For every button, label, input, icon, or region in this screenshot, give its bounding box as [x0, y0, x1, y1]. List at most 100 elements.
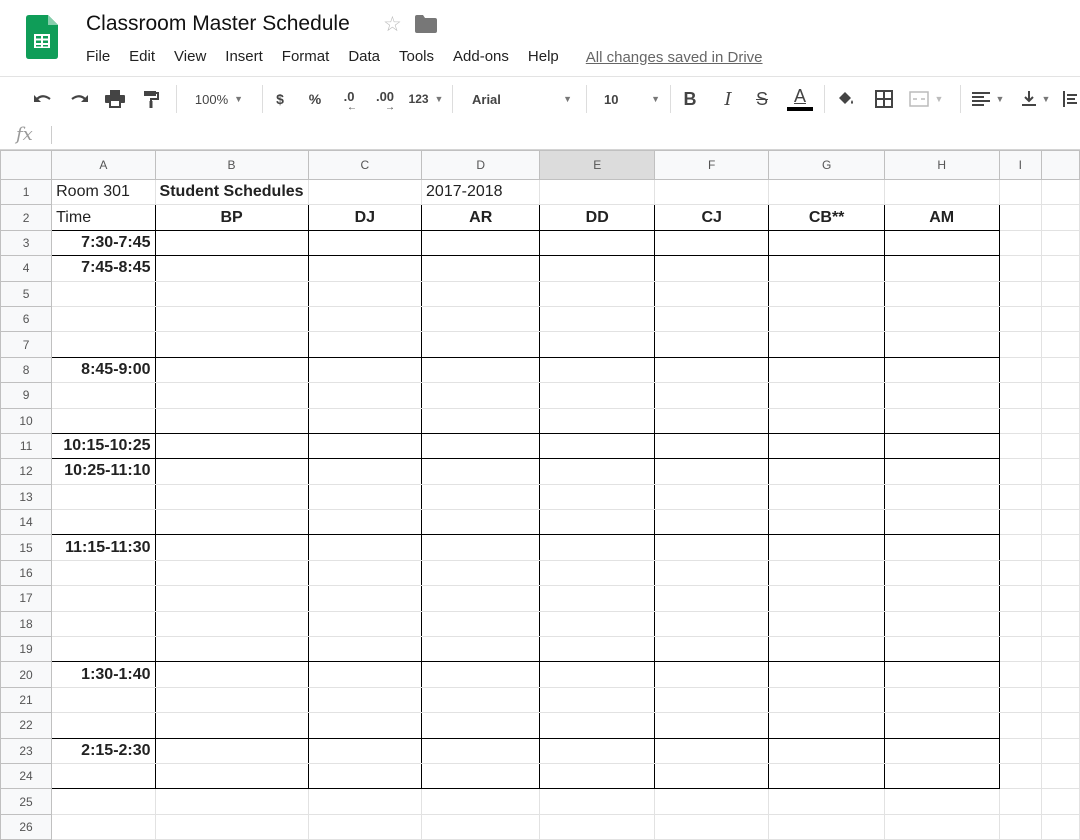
cell-f26[interactable] [653, 813, 770, 840]
menu-data[interactable]: Data [348, 47, 380, 67]
undo-icon[interactable] [30, 77, 56, 121]
cell-c7[interactable] [307, 331, 423, 358]
menu-help[interactable]: Help [528, 47, 559, 67]
cell-d16[interactable] [421, 559, 541, 587]
paint-format-icon[interactable] [138, 77, 164, 121]
redo-icon[interactable] [66, 77, 92, 121]
cell-i7[interactable] [998, 331, 1043, 358]
cell-b5[interactable] [154, 280, 309, 307]
cell-e9[interactable] [539, 382, 655, 409]
cell-f20[interactable] [653, 661, 770, 688]
cell-e17[interactable] [539, 585, 655, 612]
document-title[interactable]: Classroom Master Schedule [86, 12, 350, 36]
cell-d15[interactable] [421, 534, 541, 561]
fill-color-icon[interactable] [834, 77, 858, 121]
cell-d21[interactable] [421, 686, 541, 714]
cell-a10[interactable] [51, 407, 156, 434]
cell-e1[interactable] [539, 178, 655, 206]
cell-d17[interactable] [421, 585, 541, 612]
borders-icon[interactable] [872, 77, 896, 121]
cell-a14[interactable] [51, 509, 156, 536]
cell-d13[interactable] [421, 483, 541, 511]
cell-g7[interactable] [768, 331, 885, 358]
cell-j23[interactable] [1041, 737, 1080, 764]
cell-f6[interactable] [653, 305, 770, 333]
align-left-icon[interactable]: ▼ [968, 77, 1008, 121]
cell-b14[interactable] [154, 509, 309, 536]
cell-a12[interactable]: 10:25-11:10 [51, 458, 156, 485]
column-header-h[interactable]: H [883, 150, 1000, 180]
cell-h9[interactable] [883, 382, 1000, 409]
cell-e10[interactable] [539, 407, 655, 434]
row-header[interactable]: 24 [0, 762, 53, 790]
column-header-b[interactable]: B [154, 150, 309, 180]
cell-c15[interactable] [307, 534, 423, 561]
cell-h5[interactable] [883, 280, 1000, 307]
cell-d8[interactable] [421, 356, 541, 384]
cell-c19[interactable] [307, 636, 423, 663]
cell-a7[interactable] [51, 331, 156, 358]
cell-g16[interactable] [768, 559, 885, 587]
cell-g6[interactable] [768, 305, 885, 333]
cell-j26[interactable] [1041, 813, 1080, 840]
cell-i25[interactable] [998, 788, 1043, 815]
cell-b16[interactable] [154, 559, 309, 587]
cell-i1[interactable] [998, 178, 1043, 206]
cell-c16[interactable] [307, 559, 423, 587]
cell-f22[interactable] [653, 712, 770, 739]
cell-g22[interactable] [768, 712, 885, 739]
cell-h7[interactable] [883, 331, 1000, 358]
cell-h19[interactable] [883, 636, 1000, 663]
cell-h1[interactable] [883, 178, 1000, 206]
cell-d12[interactable] [421, 458, 541, 485]
cell-e19[interactable] [539, 636, 655, 663]
formula-input[interactable] [60, 125, 1060, 145]
cell-i12[interactable] [998, 458, 1043, 485]
row-header[interactable]: 6 [0, 305, 53, 333]
cell-a11[interactable]: 10:15-10:25 [51, 432, 156, 460]
cell-f4[interactable] [653, 255, 770, 282]
row-header[interactable]: 18 [0, 610, 53, 638]
cell-c25[interactable] [307, 788, 423, 815]
row-header[interactable]: 13 [0, 483, 53, 511]
cell-j19[interactable] [1041, 636, 1080, 663]
cell-h17[interactable] [883, 585, 1000, 612]
valign-bottom-icon[interactable]: ▼ [1016, 77, 1056, 121]
cell-c9[interactable] [307, 382, 423, 409]
font-size-dropdown[interactable]: 10 ▼ [594, 77, 664, 121]
cell-e5[interactable] [539, 280, 655, 307]
cell-b3[interactable] [154, 229, 309, 257]
row-header[interactable]: 16 [0, 559, 53, 587]
cell-f16[interactable] [653, 559, 770, 587]
cell-i10[interactable] [998, 407, 1043, 434]
cell-j21[interactable] [1041, 686, 1080, 714]
row-header[interactable]: 5 [0, 280, 53, 307]
row-header[interactable]: 11 [0, 432, 53, 460]
cell-e7[interactable] [539, 331, 655, 358]
cell-c17[interactable] [307, 585, 423, 612]
number-format-dropdown[interactable]: 123 ▼ [406, 77, 446, 121]
cell-g2[interactable]: CB** [768, 204, 885, 231]
cell-f15[interactable] [653, 534, 770, 561]
cell-b8[interactable] [154, 356, 309, 384]
cell-h10[interactable] [883, 407, 1000, 434]
cell-c8[interactable] [307, 356, 423, 384]
cell-j6[interactable] [1041, 305, 1080, 333]
cell-h24[interactable] [883, 762, 1000, 790]
cell-f11[interactable] [653, 432, 770, 460]
cell-h20[interactable] [883, 661, 1000, 688]
cell-c14[interactable] [307, 509, 423, 536]
cell-h2[interactable]: AM [883, 204, 1000, 231]
row-header[interactable]: 3 [0, 229, 53, 257]
cell-i17[interactable] [998, 585, 1043, 612]
row-header[interactable]: 15 [0, 534, 53, 561]
cell-e11[interactable] [539, 432, 655, 460]
cell-j9[interactable] [1041, 382, 1080, 409]
cell-d4[interactable] [421, 255, 541, 282]
row-header[interactable]: 8 [0, 356, 53, 384]
cell-j15[interactable] [1041, 534, 1080, 561]
cell-c4[interactable] [307, 255, 423, 282]
cell-e15[interactable] [539, 534, 655, 561]
cell-h25[interactable] [883, 788, 1000, 815]
row-header[interactable]: 20 [0, 661, 53, 688]
